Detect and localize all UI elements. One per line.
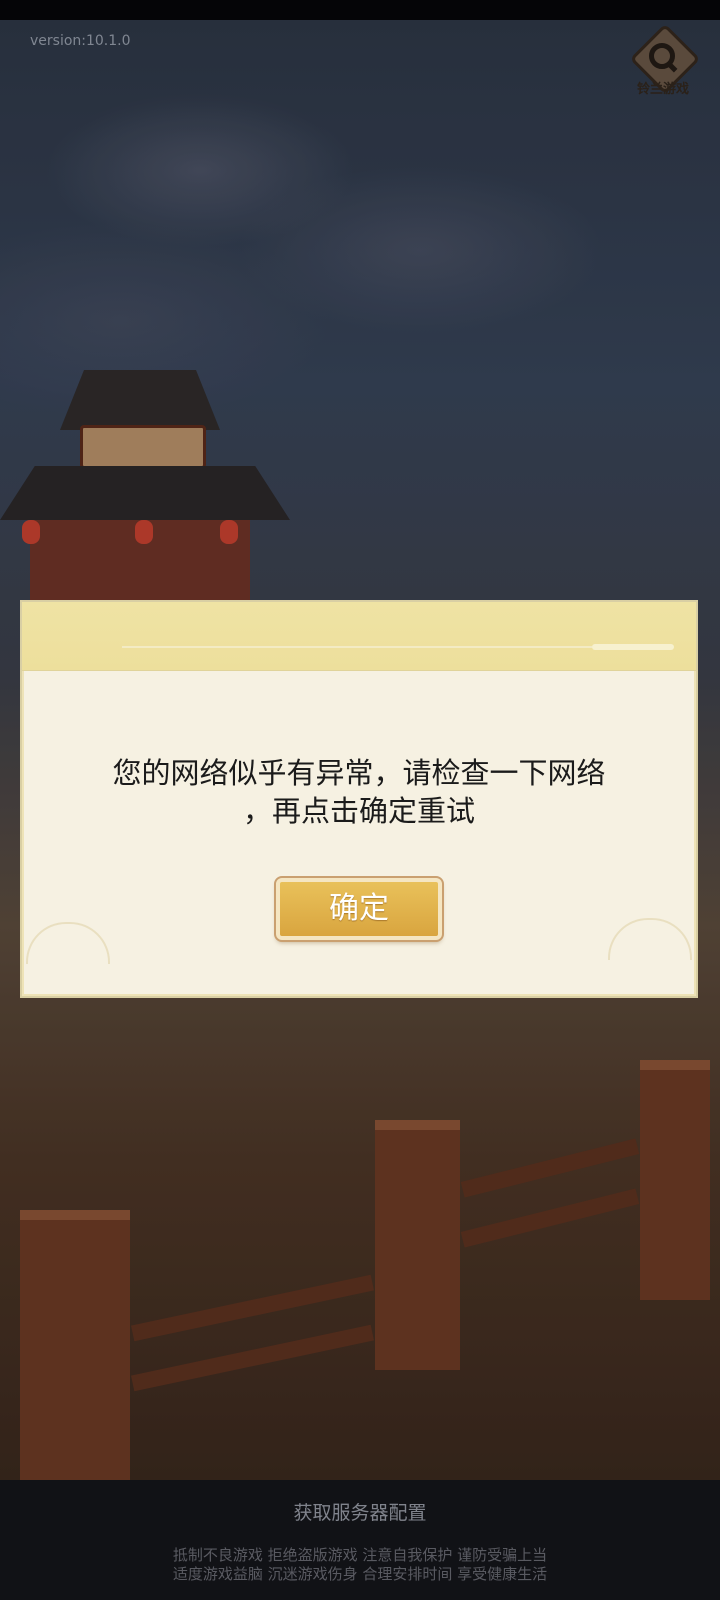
confirm-button[interactable]: 确定 [274, 876, 444, 942]
publisher-logo: 铃兰游戏 [629, 23, 701, 98]
health-notice-line-2: 适度游戏益脑 沉迷游戏伤身 合理安排时间 享受健康生活 [172, 1565, 548, 1583]
loading-status-text: 获取服务器配置 [293, 1502, 427, 1524]
cloud-ornament-icon [608, 918, 692, 960]
dialog-header [22, 602, 696, 671]
cloud-ornament-icon [26, 922, 110, 964]
magnifier-icon [649, 43, 675, 69]
health-gaming-notice: 抵制不良游戏 拒绝盗版游戏 注意自我保护 谨防受骗上当 适度游戏益脑 沉迷游戏伤… [0, 1546, 720, 1584]
logo-text: 铃兰游戏 [636, 82, 689, 97]
status-bar [0, 0, 720, 20]
dialog-message: 您的网络似乎有异常，请检查一下网络 ，再点击确定重试 [112, 756, 606, 828]
health-notice-line-1: 抵制不良游戏 拒绝盗版游戏 注意自我保护 谨防受骗上当 [172, 1546, 548, 1564]
network-error-dialog: 您的网络似乎有异常，请检查一下网络 ，再点击确定重试 确定 [20, 600, 698, 998]
version-label: version:10.1.0 [30, 33, 131, 49]
